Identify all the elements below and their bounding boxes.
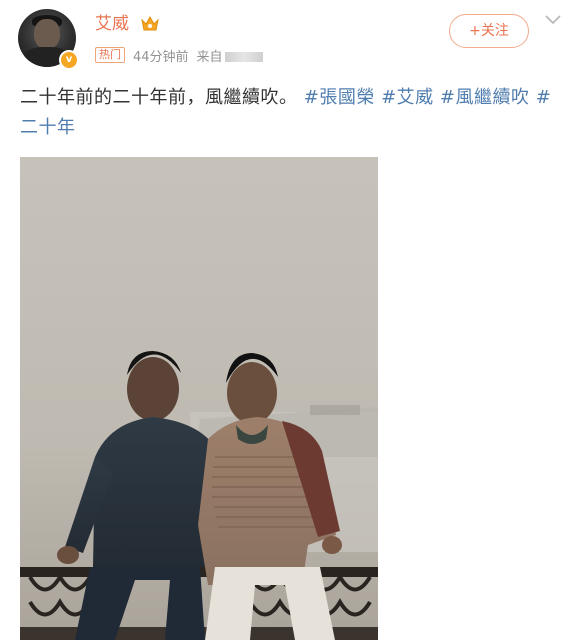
post-header: v 艾威 热门 44分钟前 来自 +关注 [0,0,581,80]
hot-badge: 热门 [95,47,125,63]
follow-button[interactable]: +关注 [449,14,529,48]
post-photo[interactable] [20,157,378,640]
topic-link[interactable]: #張國榮 [304,87,375,108]
post-meta: 热门 44分钟前 来自 [95,46,263,65]
photo-image [20,157,378,640]
crown-icon [141,15,159,31]
topic-link[interactable]: #艾威 [381,87,434,108]
username[interactable]: 艾威 [95,13,129,35]
chevron-down-icon[interactable] [544,14,562,26]
post-text: 二十年前的二十年前，風繼續吹。 #張國榮 #艾威 #風繼續吹 #二十年 [20,83,565,143]
post-source: 来自 [197,46,263,65]
avatar[interactable]: v [18,9,79,70]
post-time[interactable]: 44分钟前 [133,46,189,65]
verified-badge-icon: v [59,50,79,70]
post-body: 二十年前的二十年前，風繼續吹。 [20,87,298,108]
topic-link[interactable]: #風繼續吹 [440,87,530,108]
